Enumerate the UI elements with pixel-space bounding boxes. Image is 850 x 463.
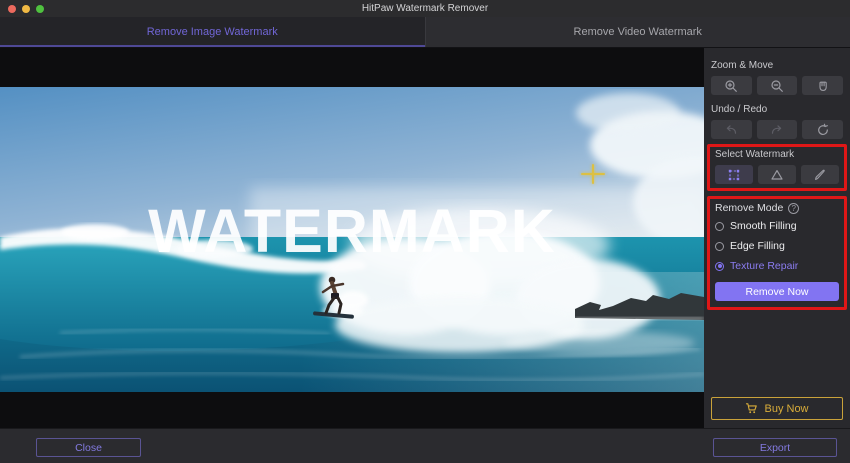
help-icon[interactable]: ? [788, 202, 800, 214]
watermark-overlay-text: WATERMARK [148, 197, 556, 265]
titlebar: HitPaw Watermark Remover [0, 0, 850, 17]
export-button[interactable]: Export [713, 438, 837, 457]
preview-photo: WATERMARK [0, 87, 704, 392]
zoom-out-icon [771, 79, 783, 92]
brush-select-button[interactable] [801, 165, 839, 184]
app-window: HitPaw Watermark Remover Remove Image Wa… [0, 0, 850, 463]
radio-circle [715, 221, 724, 231]
hand-tool-button[interactable] [802, 76, 844, 95]
redo-button[interactable] [756, 120, 798, 139]
radio-smooth-filling[interactable]: Smooth Filling [715, 218, 839, 234]
window-title: HitPaw Watermark Remover [361, 3, 489, 14]
buy-now-button[interactable]: Buy Now [711, 397, 843, 420]
hand-icon [819, 81, 827, 91]
footer-bar: Close Export [0, 428, 850, 463]
tab-label: Remove Video Watermark [573, 26, 702, 38]
tab-bar: Remove Image Watermark Remove Video Wate… [0, 17, 850, 48]
crosshair-cursor-icon [592, 164, 594, 184]
sidebar: Zoom & Move Undo / Redo Select Watermark… [704, 48, 850, 428]
zoom-move-label: Zoom & Move [711, 60, 774, 71]
tab-remove-image-watermark[interactable]: Remove Image Watermark [0, 17, 425, 47]
radio-label: Edge Filling [730, 240, 785, 252]
polygon-select-button[interactable] [758, 165, 796, 184]
zoom-out-button[interactable] [756, 76, 798, 95]
zoom-move-buttons [711, 76, 844, 95]
close-button[interactable]: Close [36, 438, 141, 457]
cart-icon [746, 403, 758, 414]
undo-redo-buttons [711, 120, 844, 139]
reset-icon [817, 123, 828, 135]
marquee-select-button[interactable] [715, 165, 753, 184]
zoom-in-button[interactable] [711, 76, 752, 95]
triangle-icon [771, 169, 783, 180]
radio-circle [715, 241, 724, 251]
image-canvas[interactable]: WATERMARK [0, 48, 704, 428]
remove-mode-highlight-box: Remove Mode ? Smooth Filling Edge Fillin… [707, 196, 847, 310]
undo-button[interactable] [711, 120, 752, 139]
radio-circle [715, 261, 724, 271]
remove-mode-label: Remove Mode [715, 202, 784, 214]
radio-texture-repair[interactable]: Texture Repair [715, 258, 839, 274]
redo-icon [771, 124, 782, 134]
workspace: WATERMARK Zoom & Move Undo / Redo Select… [0, 48, 850, 428]
marquee-icon [728, 169, 740, 180]
undo-redo-label: Undo / Redo [711, 104, 768, 115]
tab-label: Remove Image Watermark [146, 26, 278, 38]
tab-remove-video-watermark[interactable]: Remove Video Watermark [424, 17, 850, 47]
remove-mode-header: Remove Mode ? [715, 202, 839, 214]
undo-icon [727, 124, 737, 134]
select-watermark-highlight-box: Select Watermark [707, 144, 847, 191]
remove-now-button[interactable]: Remove Now [715, 282, 839, 301]
buy-now-label: Buy Now [764, 402, 809, 415]
radio-edge-filling[interactable]: Edge Filling [715, 238, 839, 254]
select-watermark-buttons [715, 165, 839, 184]
reset-button[interactable] [802, 120, 844, 139]
radio-label: Texture Repair [730, 260, 799, 272]
radio-label: Smooth Filling [730, 220, 797, 232]
brush-icon [815, 169, 825, 180]
select-watermark-label: Select Watermark [715, 149, 795, 160]
zoom-in-icon [725, 79, 738, 92]
